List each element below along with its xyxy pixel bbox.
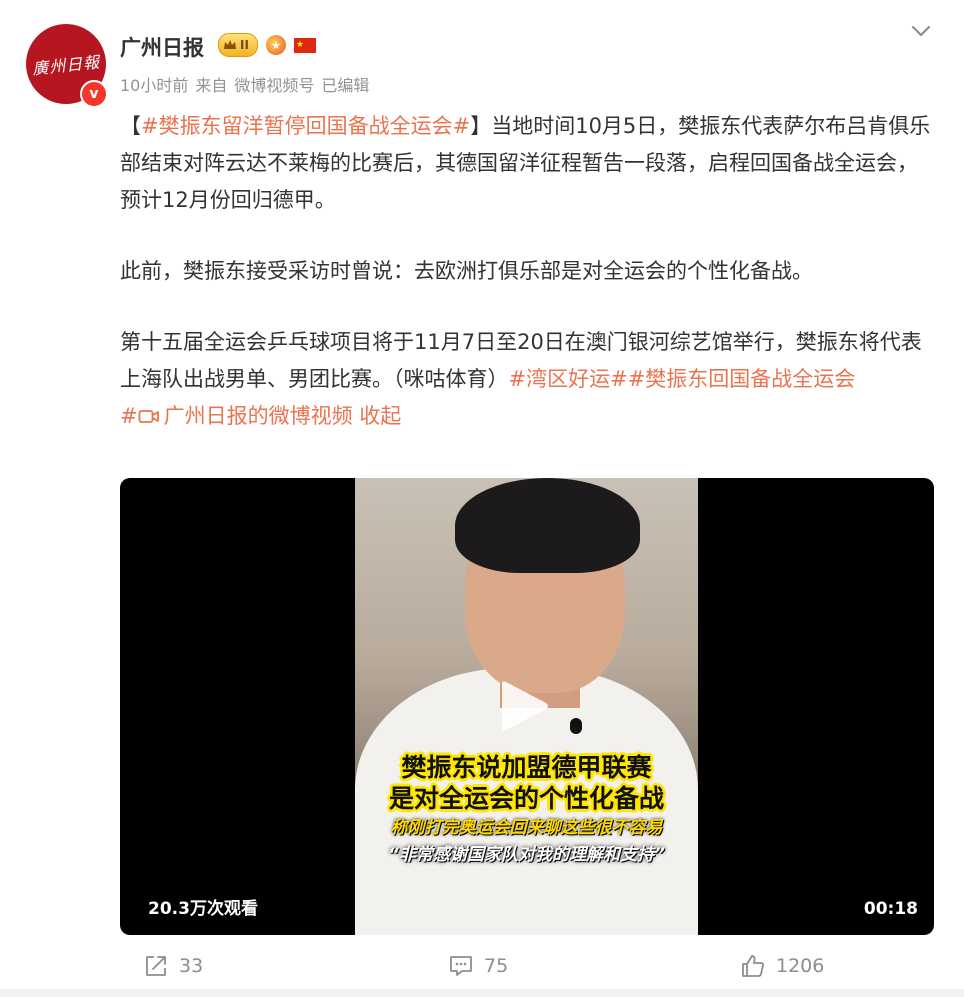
comment-button[interactable]: 75 <box>448 953 508 979</box>
video-player[interactable]: 樊振东说加盟德甲联赛 是对全运会的个性化备战 称刚打完奥运会回来聊这些很不容易 … <box>120 478 934 935</box>
comment-icon <box>450 956 472 976</box>
source-prefix: 来自 <box>195 76 228 95</box>
video-link[interactable]: 广州日报的微博视频 <box>164 404 353 428</box>
post-meta: 10小时前 来自 微博视频号 已编辑 <box>120 72 369 96</box>
avatar-logo-text: 廣州日報 <box>31 52 101 79</box>
bracket-close: 】 <box>470 114 492 138</box>
post-text: 【#樊振东留洋暂停回国备战全运会#】当地时间10月5日，樊振东代表萨尔布吕肯俱乐… <box>120 108 935 435</box>
action-bar: 33 75 1206 <box>0 945 964 989</box>
post-source[interactable]: 微博视频号 <box>234 72 314 96</box>
edited-label[interactable]: 已编辑 <box>321 72 369 96</box>
level-label: II <box>240 38 249 52</box>
comment-count: 75 <box>484 955 509 977</box>
paragraph-3: 第十五届全运会乒乓球项目将于11月7日至20日在澳门银河综艺馆举行，樊振东将代表… <box>120 324 935 398</box>
author-name[interactable]: 广州日报 <box>120 32 204 62</box>
topic-link-headline[interactable]: #樊振东留洋暂停回国备战全运会# <box>141 114 470 138</box>
view-count: 20.3万次观看 <box>148 899 258 919</box>
post-time[interactable]: 10小时前 <box>120 72 188 96</box>
repost-button[interactable]: 33 <box>143 953 203 979</box>
like-button[interactable]: 1206 <box>740 953 824 979</box>
video-link-line: # 广州日报的微博视频 收起 <box>120 398 935 435</box>
chevron-down-icon[interactable] <box>910 20 932 42</box>
medal-icon[interactable]: ★ <box>265 35 286 55</box>
topic-link-bay-area[interactable]: #湾区好运# <box>509 367 628 391</box>
paragraph-1: 【#樊振东留洋暂停回国备战全运会#】当地时间10月5日，樊振东代表萨尔布吕肯俱乐… <box>120 108 935 219</box>
thumbs-up-icon <box>742 955 764 977</box>
video-camera-icon[interactable] <box>138 407 160 425</box>
card-bottom-divider <box>0 989 964 997</box>
paragraph-2: 此前，樊振东接受采访时曾说：去欧洲打俱乐部是对全运会的个性化备战。 <box>120 259 813 283</box>
video-caption-line3: 称刚打完奥运会回来聊这些很不容易 <box>390 818 663 838</box>
bracket-open: 【 <box>120 114 141 138</box>
crown-icon <box>224 40 236 49</box>
like-count: 1206 <box>776 955 825 977</box>
video-person-hair <box>455 478 640 573</box>
play-icon[interactable] <box>500 678 550 734</box>
weibo-post-card: 廣州日報 v 广州日报 II ★ ★ 10小时前 来自 微博视频号 已编辑 【#… <box>0 0 964 997</box>
collapse-link[interactable]: 收起 <box>359 404 401 428</box>
crown-badge-icon[interactable]: II <box>218 33 258 57</box>
verified-badge-icon: v <box>80 80 108 108</box>
video-link-hash[interactable]: # <box>120 404 138 428</box>
video-caption-line4: “非常感谢国家队对我的理解和支持” <box>388 845 665 865</box>
lapel-mic-icon <box>570 718 582 734</box>
share-icon <box>146 956 166 976</box>
video-caption-line2: 是对全运会的个性化备战 <box>388 784 664 813</box>
china-flag-icon[interactable]: ★ <box>293 37 316 53</box>
repost-count: 33 <box>179 955 204 977</box>
author-badges: II ★ ★ <box>218 33 316 57</box>
video-duration: 00:18 <box>863 899 918 919</box>
topic-link-return[interactable]: #樊振东回国备战全运会 <box>628 367 856 391</box>
